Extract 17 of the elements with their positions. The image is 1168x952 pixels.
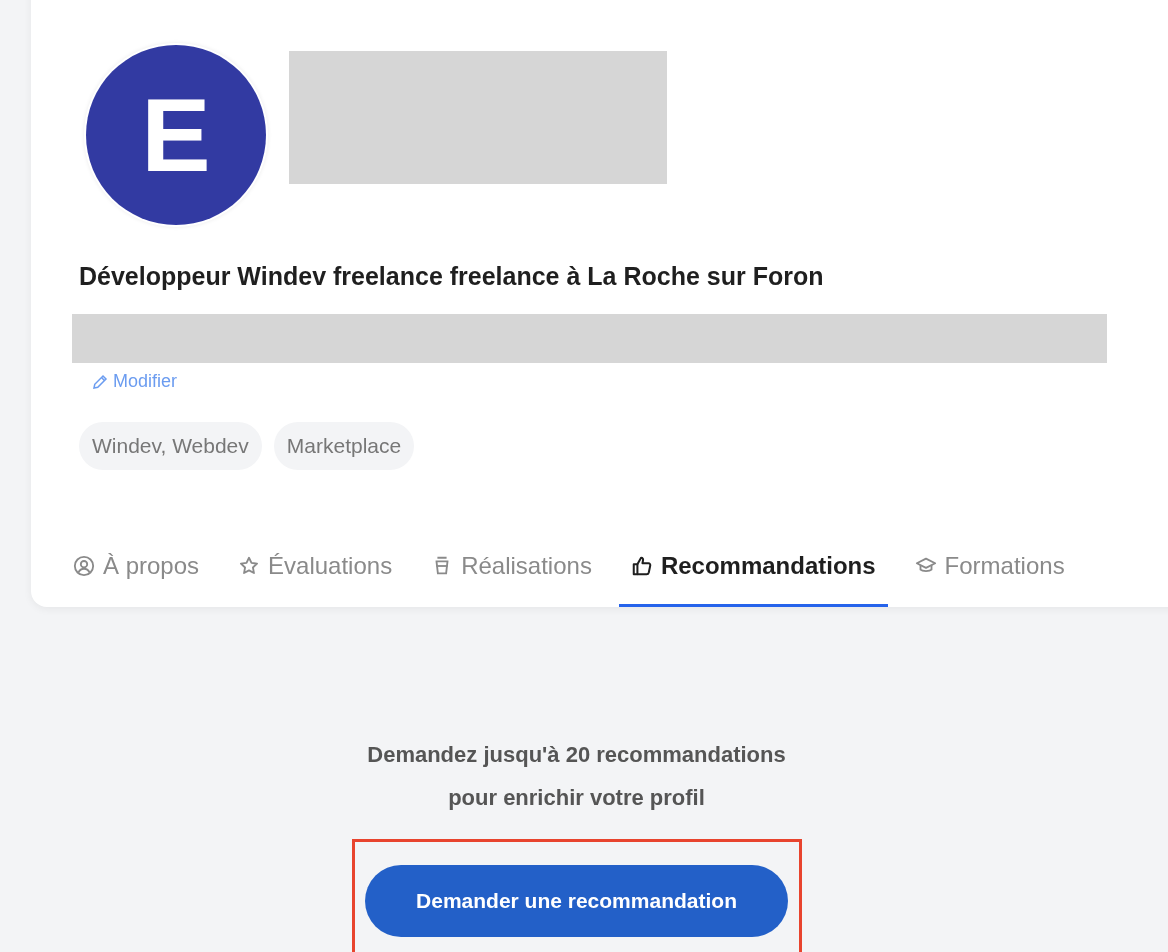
info-text: pour enrichir votre profil bbox=[448, 784, 705, 812]
pencil-icon bbox=[91, 372, 109, 391]
thumbs-up-icon bbox=[630, 554, 653, 577]
user-circle-icon bbox=[73, 554, 95, 577]
info-text: Demandez jusqu'à 20 recommandations bbox=[367, 741, 786, 769]
tab[interactable]: Formations bbox=[902, 527, 1077, 607]
star-icon bbox=[238, 554, 261, 577]
tag: Windev, Webdev bbox=[79, 422, 262, 470]
request-button[interactable]: Demander une recommandation bbox=[365, 865, 788, 937]
edit-link[interactable]: Modifier bbox=[91, 368, 178, 395]
tab[interactable]: Évaluations bbox=[226, 527, 405, 607]
tab[interactable]: À propos bbox=[61, 527, 212, 607]
headline: Développeur Windev freelance freelance à La Roche sur Foron bbox=[79, 261, 824, 292]
tag: Marketplace bbox=[273, 422, 415, 470]
avatar: E bbox=[86, 45, 266, 225]
tab[interactable]: Réalisations bbox=[419, 527, 604, 607]
tab[interactable]: Recommandations bbox=[618, 527, 888, 607]
